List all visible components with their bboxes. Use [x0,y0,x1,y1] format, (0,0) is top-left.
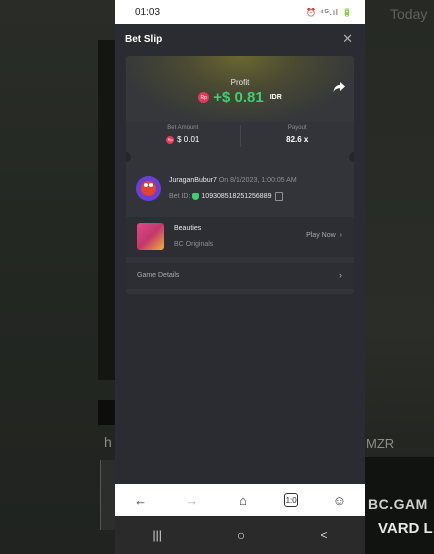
home-circle-icon[interactable]: ○ [237,527,245,543]
bet-slip-body: Profit Rp +$ 0.81 IDR Bet Amount Rp $ 0.… [115,54,365,484]
bet-slip-header: Bet Slip ✕ [115,24,365,54]
game-thumbnail[interactable] [137,223,164,250]
user-line: JuraganBubur7 On 8/1/2023, 1:00:05 AM [169,177,297,184]
chevron-right-icon: › [339,232,342,239]
share-icon[interactable] [332,80,346,94]
avatar-eye-left [144,183,148,187]
username-link[interactable]: JuraganBubur7 [169,177,217,184]
account-icon[interactable]: ☺ [329,490,349,510]
android-nav-bar: ||| ○ < [115,516,365,554]
bet-id-value: 109308518251256889 [201,193,272,200]
payout-label: Payout [287,125,307,131]
bet-card: Profit Rp +$ 0.81 IDR Bet Amount Rp $ 0.… [126,56,354,294]
close-icon[interactable]: ✕ [342,31,353,47]
play-now-label: Play Now [306,232,336,239]
tabs-icon[interactable]: 1:0 [284,493,299,507]
bet-amount-value: $ 0.01 [177,135,200,144]
game-details-label: Game Details [137,272,180,279]
status-icons: ⏰ ⁴ᴳ.ıl 🔋 [306,7,353,17]
bg-brand-text: BC.GAM [368,496,428,512]
rupiah-coin-icon: Rp [198,92,210,103]
bg-right-text: MZR [366,436,395,451]
chevron-right-icon: › [339,270,342,280]
browser-toolbar: ← → ⌂ 1:0 ☺ [115,484,365,516]
profit-currency: IDR [269,94,282,101]
status-time: 01:03 [135,6,161,18]
avatar[interactable] [136,176,161,201]
bet-amount-stat: Bet Amount Rp $ 0.01 [126,122,240,150]
bg-today-label: Today [390,6,428,22]
bet-stats: Bet Amount Rp $ 0.01 Payout 82.6 x [126,122,354,150]
back-arrow-icon[interactable]: ← [131,490,151,510]
bg-promo-text: VARD L [378,520,433,537]
verified-shield-icon [192,193,200,200]
bet-id-label: Bet ID: [169,193,191,200]
play-now-button[interactable]: Play Now › [306,232,342,239]
game-row[interactable]: Beauties BC Originals Play Now › [126,217,354,257]
home-icon[interactable]: ⌂ [233,490,253,510]
ticket-notch-right [349,152,354,162]
profit-box: Profit Rp +$ 0.81 IDR [126,56,354,122]
rupiah-coin-icon: Rp [166,135,175,144]
bet-amount-label: Bet Amount [167,125,199,131]
avatar-eye-right [149,183,153,187]
profit-row: Rp +$ 0.81 IDR [126,89,354,106]
game-name: Beauties [174,225,202,232]
user-row: JuraganBubur7 On 8/1/2023, 1:00:05 AM Be… [136,174,346,204]
recents-icon[interactable]: ||| [153,528,162,542]
bg-left-text: h [104,434,112,450]
copy-icon[interactable] [275,192,284,201]
payout-value: 82.6 x [286,135,309,144]
bet-date: On 8/1/2023, 1:00:05 AM [218,177,297,184]
phone-screen: 01:03 ⏰ ⁴ᴳ.ıl 🔋 Bet Slip ✕ Profit Rp +$ … [115,0,365,554]
back-icon[interactable]: < [320,528,327,542]
forward-arrow-icon[interactable]: → [182,490,202,510]
profit-label: Profit [230,78,250,87]
status-bar: 01:03 ⏰ ⁴ᴳ.ıl 🔋 [115,0,365,24]
game-details-row[interactable]: Game Details › [126,263,354,289]
bet-amount-value-row: Rp $ 0.01 [126,135,240,144]
bet-id-line: Bet ID: 109308518251256889 [169,192,284,201]
payout-stat: Payout 82.6 x [241,122,355,150]
ticket-notch-left [126,152,131,162]
profit-amount: +$ 0.81 [213,89,264,106]
page-title: Bet Slip [125,33,163,45]
game-provider: BC Originals [174,241,214,248]
